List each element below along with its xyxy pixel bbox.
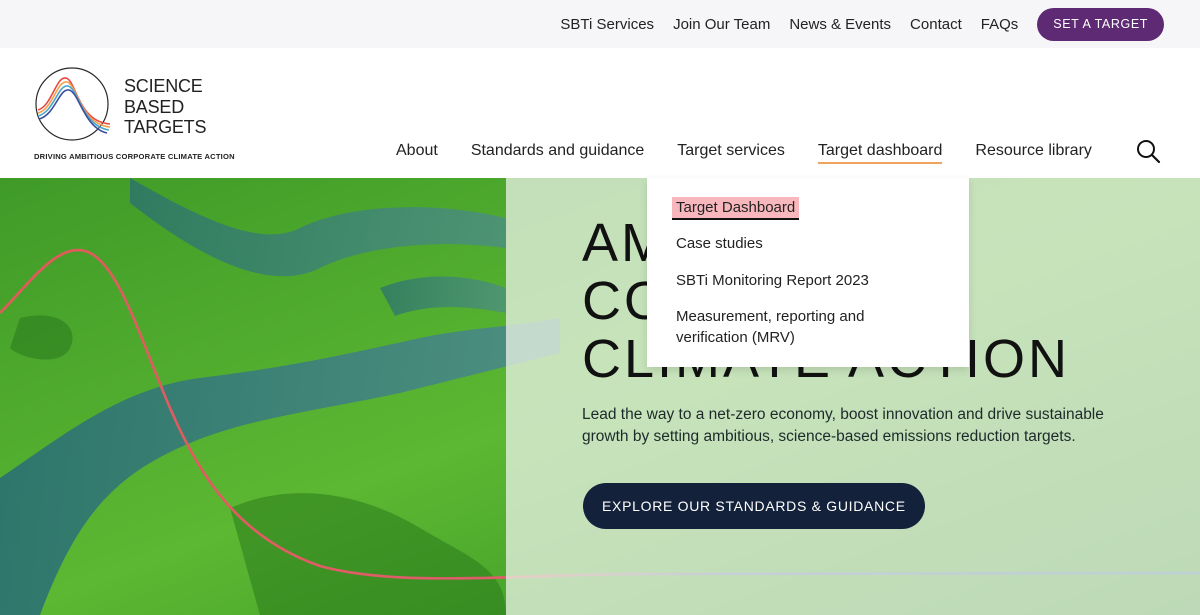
nav-standards-and-guidance[interactable]: Standards and guidance xyxy=(471,142,644,164)
logo-wordmark: SCIENCE BASED TARGETS xyxy=(124,76,206,138)
dropdown-item-monitoring-report[interactable]: SBTi Monitoring Report 2023 xyxy=(676,270,869,291)
logo-tagline: DRIVING AMBITIOUS CORPORATE CLIMATE ACTI… xyxy=(34,152,235,161)
link-contact[interactable]: Contact xyxy=(910,16,962,33)
explore-standards-button[interactable]: EXPLORE OUR STANDARDS & GUIDANCE xyxy=(583,483,925,529)
link-join-our-team[interactable]: Join Our Team xyxy=(673,16,770,33)
utility-links: SBTi Services Join Our Team News & Event… xyxy=(560,0,1164,48)
nav-target-dashboard[interactable]: Target dashboard xyxy=(817,142,943,164)
search-icon[interactable] xyxy=(1135,138,1161,164)
utility-bar: SBTi Services Join Our Team News & Event… xyxy=(0,0,1200,48)
logo-line-targets: TARGETS xyxy=(124,117,207,137)
dropdown-item-case-studies[interactable]: Case studies xyxy=(676,233,763,254)
set-a-target-button[interactable]: SET A TARGET xyxy=(1037,7,1164,41)
link-sbti-services[interactable]: SBTi Services xyxy=(560,16,654,33)
hero-description: Lead the way to a net-zero economy, boos… xyxy=(582,406,1104,445)
target-dashboard-dropdown: Target Dashboard Case studies SBTi Monit… xyxy=(647,178,969,367)
main-nav: About Standards and guidance Target serv… xyxy=(396,142,1125,164)
hero-section: AMBITIOUS CORPORATE CLIMATE ACTION Lead … xyxy=(0,178,1200,615)
nav-target-services[interactable]: Target services xyxy=(677,142,785,164)
link-faqs[interactable]: FAQs xyxy=(981,16,1019,33)
logo-line-science: SCIENCE xyxy=(124,76,203,96)
main-header: SCIENCE BASED TARGETS DRIVING AMBITIOUS … xyxy=(0,48,1200,178)
logo-line-based: BASED xyxy=(124,96,185,117)
link-news-events[interactable]: News & Events xyxy=(789,16,891,33)
dropdown-item-mrv[interactable]: Measurement, reporting and verification … xyxy=(676,306,916,348)
dropdown-item-target-dashboard[interactable]: Target Dashboard xyxy=(672,197,800,220)
nav-about[interactable]: About xyxy=(396,142,438,164)
nav-resource-library[interactable]: Resource library xyxy=(975,142,1091,164)
logo-mark-icon xyxy=(35,67,111,141)
logo[interactable]: SCIENCE BASED TARGETS DRIVING AMBITIOUS … xyxy=(34,66,235,166)
